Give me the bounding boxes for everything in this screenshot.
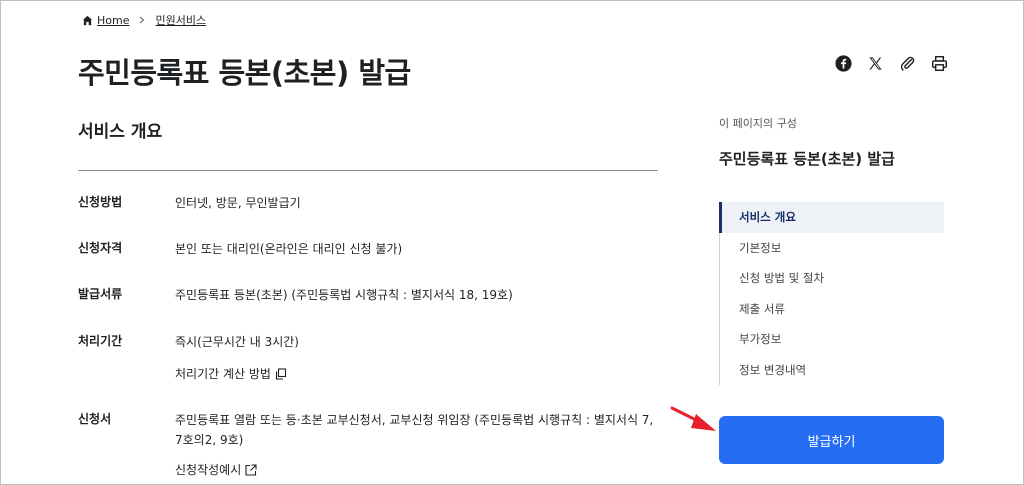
info-value-line: 주민등록표 등본(초본) (주민등록법 시행규칙 : 별지서식 18, 19호) — [175, 288, 513, 302]
section-divider — [78, 170, 658, 171]
info-row-documents: 발급서류 주민등록표 등본(초본) (주민등록법 시행규칙 : 별지서식 18,… — [78, 285, 658, 305]
info-label: 신청서 — [78, 412, 112, 426]
toc-item-required-documents[interactable]: 제출 서류 — [720, 294, 944, 325]
toc-item-basic-info[interactable]: 기본정보 — [720, 233, 944, 264]
breadcrumb-home-link[interactable]: Home — [97, 14, 129, 27]
breadcrumb: Home 민원서비스 — [82, 12, 206, 28]
page-title: 주민등록표 등본(초본) 발급 — [78, 56, 411, 90]
home-icon — [82, 15, 93, 26]
info-value: 본인 또는 대리인(온라인은 대리인 신청 불가) — [175, 239, 658, 259]
info-value-line: 인터넷, 방문, 무인발급기 — [175, 196, 301, 210]
info-label: 신청방법 — [78, 195, 123, 209]
info-value-line: 주민등록표 열람 또는 등·초본 교부신청서, 교부신청 위임장 (주민등록법 … — [175, 413, 654, 427]
info-label: 발급서류 — [78, 287, 123, 301]
info-value: 즉시(근무시간 내 3시간) 처리기간 계산 방법 — [175, 332, 658, 384]
info-value-line: 본인 또는 대리인(온라인은 대리인 신청 불가) — [175, 242, 403, 256]
share-bar — [834, 54, 949, 73]
toc-nav: 서비스 개요 기본정보 신청 방법 및 절차 제출 서류 부가정보 정보 변경내… — [719, 202, 944, 385]
toc-item-application-procedure[interactable]: 신청 방법 및 절차 — [720, 263, 944, 294]
toc-item-additional-info[interactable]: 부가정보 — [720, 324, 944, 355]
info-value: 주민등록표 등본(초본) (주민등록법 시행규칙 : 별지서식 18, 19호) — [175, 285, 658, 305]
toc-item-change-history[interactable]: 정보 변경내역 — [720, 355, 944, 386]
facebook-icon[interactable] — [834, 54, 853, 73]
processing-time-calc-link[interactable]: 처리기간 계산 방법 — [175, 364, 287, 384]
info-label: 처리기간 — [78, 334, 123, 348]
red-arrow-icon — [670, 406, 716, 431]
application-example-link[interactable]: 신청작성예시 — [175, 460, 257, 480]
info-value: 주민등록표 열람 또는 등·초본 교부신청서, 교부신청 위임장 (주민등록법 … — [175, 410, 658, 480]
external-link-icon — [245, 464, 257, 476]
info-row-processing-time: 처리기간 즉시(근무시간 내 3시간) 처리기간 계산 방법 — [78, 332, 658, 384]
attachment-icon[interactable] — [898, 54, 917, 73]
info-row-application-form: 신청서 주민등록표 열람 또는 등·초본 교부신청서, 교부신청 위임장 (주민… — [78, 410, 658, 480]
x-icon[interactable] — [866, 54, 885, 73]
info-row-eligibility: 신청자격 본인 또는 대리인(온라인은 대리인 신청 불가) — [78, 239, 658, 259]
info-value-line: 즉시(근무시간 내 3시간) — [175, 335, 299, 349]
info-label: 신청자격 — [78, 241, 123, 255]
print-icon[interactable] — [930, 54, 949, 73]
toc-item-service-overview[interactable]: 서비스 개요 — [719, 202, 944, 233]
link-label: 처리기간 계산 방법 — [175, 367, 271, 381]
section-title-overview: 서비스 개요 — [78, 122, 163, 142]
info-row-apply-method: 신청방법 인터넷, 방문, 무인발급기 — [78, 193, 658, 213]
chevron-right-icon — [139, 14, 145, 27]
toc-caption: 이 페이지의 구성 — [719, 117, 797, 130]
breadcrumb-current-link[interactable]: 민원서비스 — [155, 12, 206, 28]
info-value-line: 7호의2, 9호) — [175, 433, 244, 447]
issue-button[interactable]: 발급하기 — [719, 416, 944, 464]
info-value: 인터넷, 방문, 무인발급기 — [175, 193, 658, 213]
toc-title: 주민등록표 등본(초본) 발급 — [719, 150, 895, 168]
link-label: 신청작성예시 — [175, 463, 242, 477]
copy-icon — [275, 368, 287, 380]
